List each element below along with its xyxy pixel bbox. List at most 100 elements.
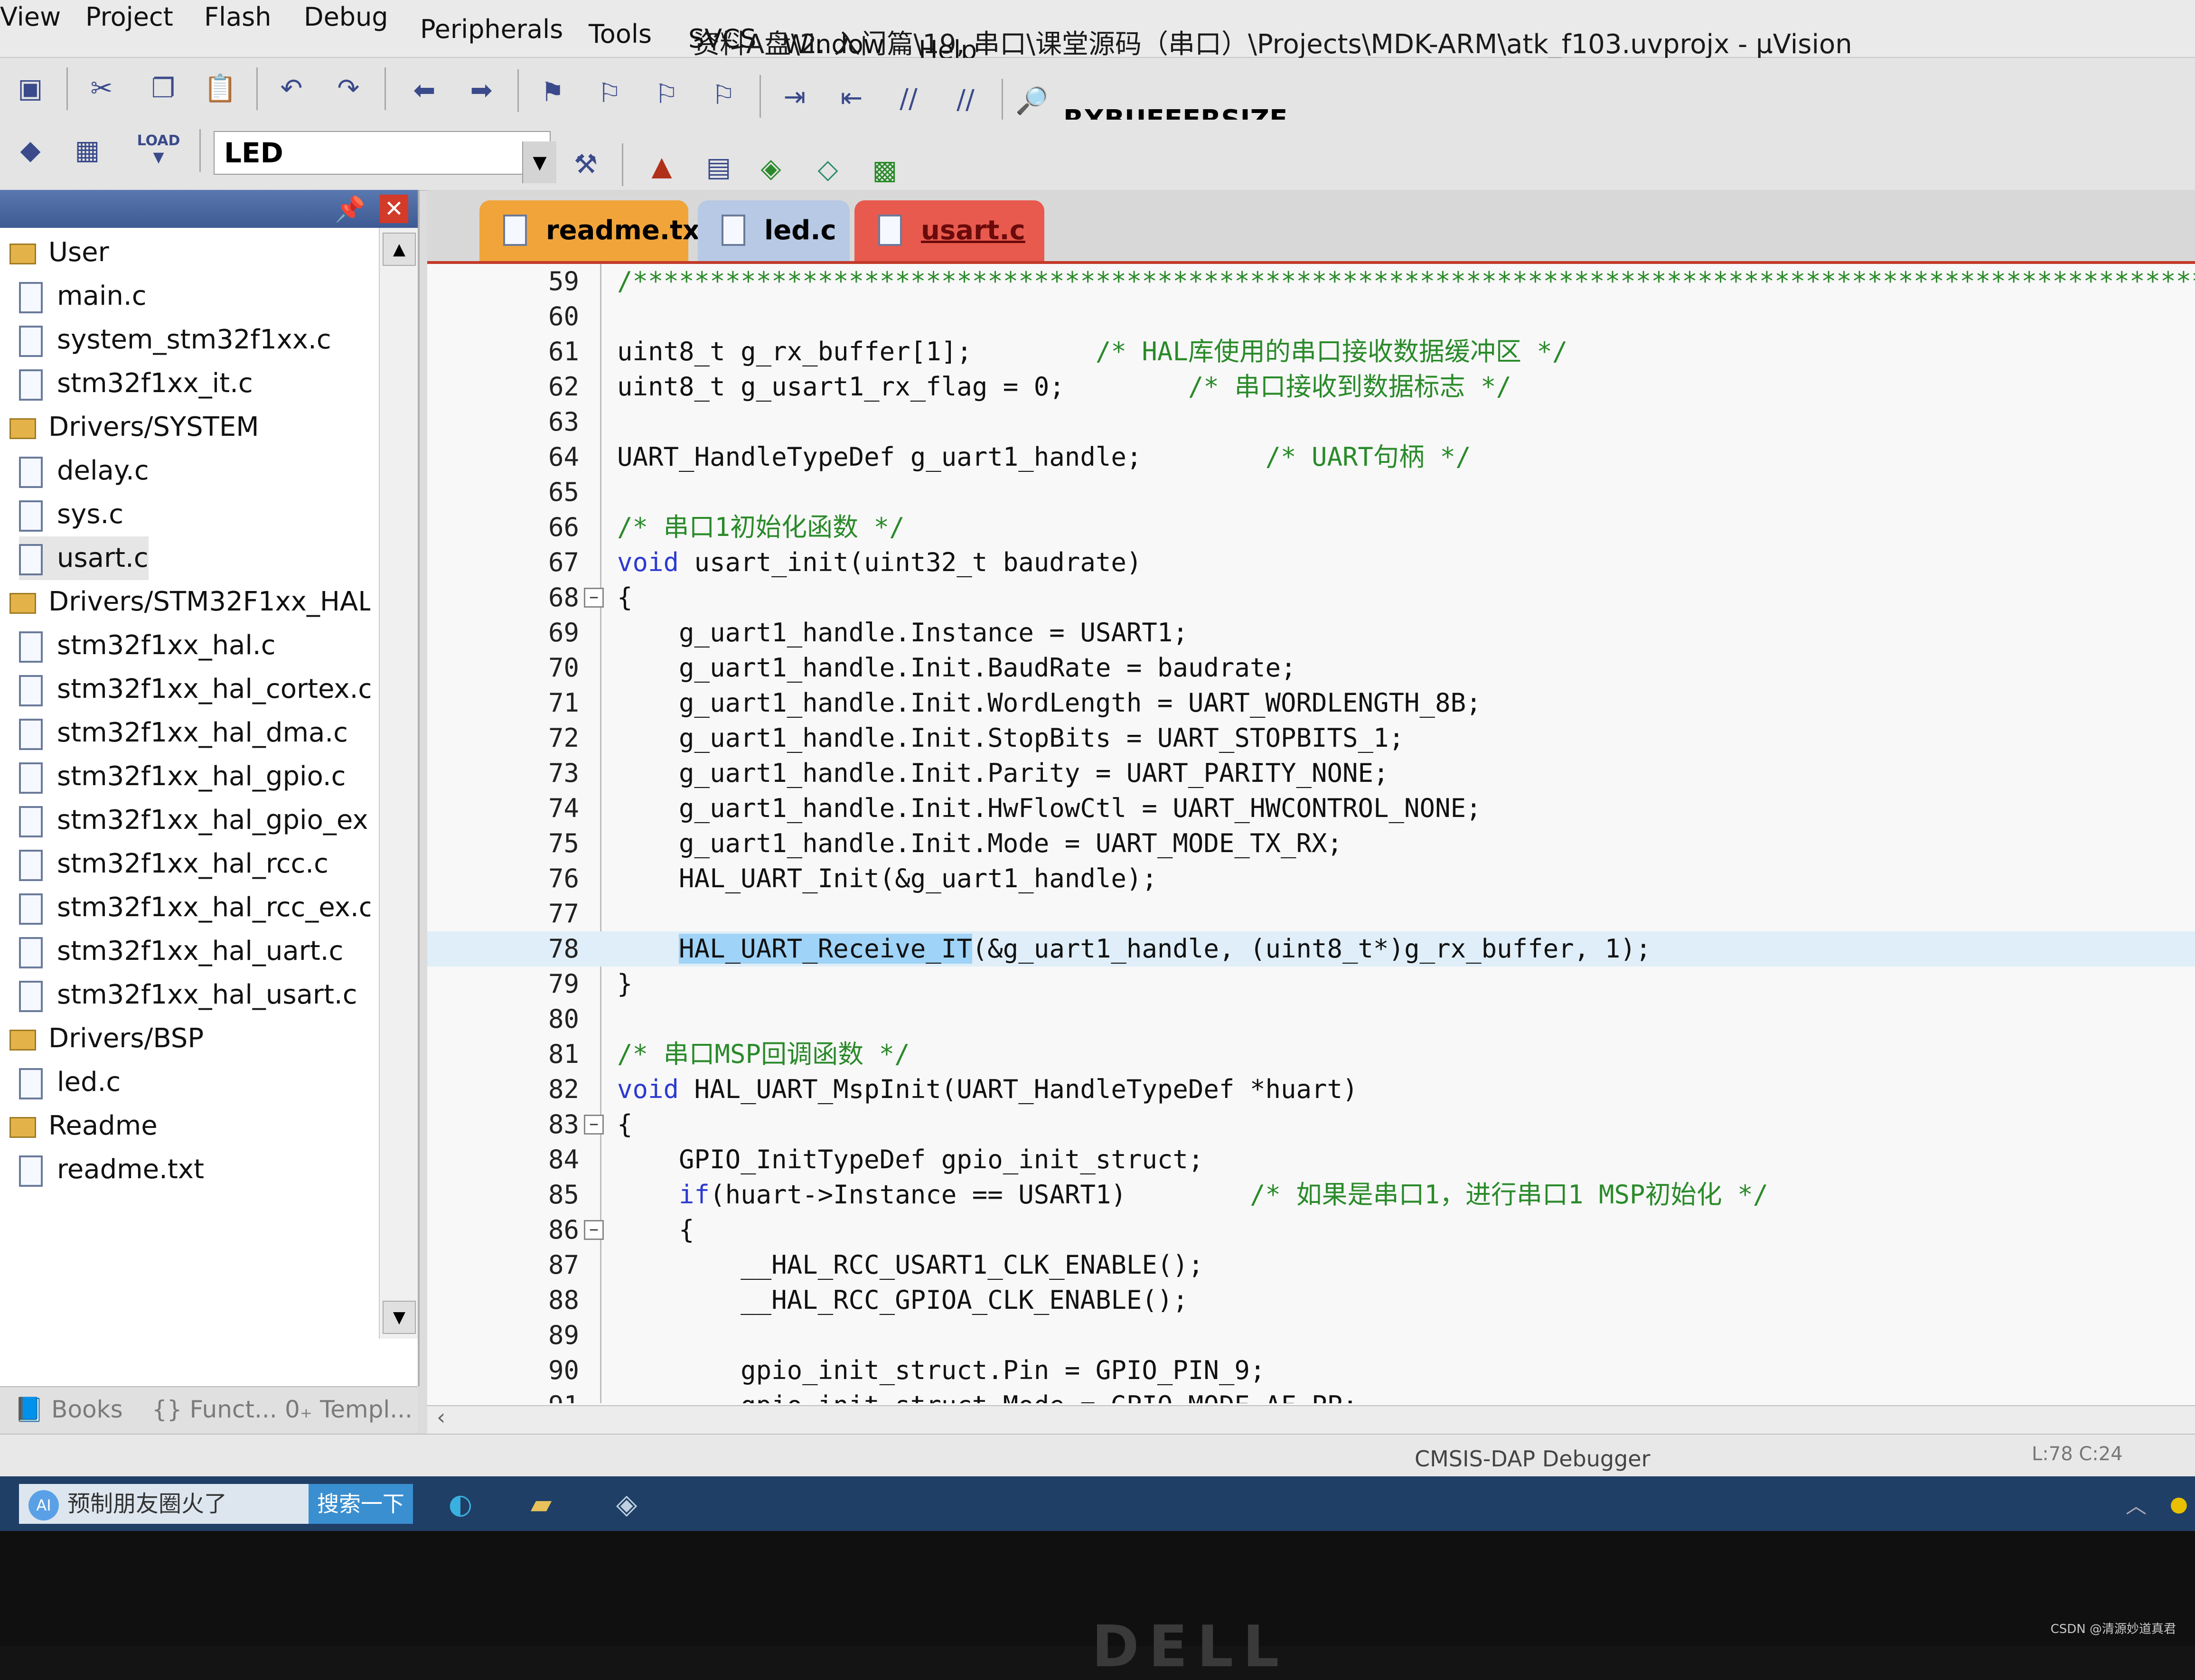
tab-templates[interactable]: 0₊ Templ...: [285, 1396, 413, 1423]
nav-back-icon[interactable]: ⬅: [403, 69, 445, 111]
menu-view[interactable]: View: [0, 2, 61, 32]
tree-file[interactable]: usart.c: [19, 536, 149, 580]
bookmark-icon[interactable]: ⚑: [532, 71, 573, 113]
tab-led-c[interactable]: led.c: [698, 200, 850, 261]
keil-uvision-icon[interactable]: ◈: [603, 1483, 650, 1525]
code-line[interactable]: 71 g_uart1_handle.Init.WordLength = UART…: [427, 685, 2195, 721]
redo-icon[interactable]: ↷: [328, 67, 369, 109]
menu-tools[interactable]: Tools: [589, 19, 652, 49]
clear-bookmarks-icon[interactable]: ⚐: [703, 74, 744, 116]
tree-file[interactable]: stm32f1xx_hal_cortex.c: [19, 667, 370, 711]
build-icon[interactable]: ▦: [66, 129, 108, 171]
code-area[interactable]: 59 /*************************************…: [427, 264, 2195, 1403]
tree-group[interactable]: Readme: [9, 1104, 158, 1148]
code-line[interactable]: 89: [427, 1318, 2195, 1353]
code-line[interactable]: 88 __HAL_RCC_GPIOA_CLK_ENABLE();: [427, 1283, 2195, 1318]
chevron-down-icon[interactable]: ▼: [522, 141, 556, 183]
code-line[interactable]: 68−{: [427, 580, 2195, 615]
code-line[interactable]: 79}: [427, 967, 2195, 1002]
download-icon[interactable]: LOAD ▼: [137, 128, 180, 170]
code-line[interactable]: 82 void HAL_UART_MspInit(UART_HandleTypeD…: [427, 1072, 2195, 1107]
paste-icon[interactable]: 📋: [199, 67, 241, 109]
tree-file[interactable]: stm32f1xx_hal_rcc_ex.c: [19, 886, 370, 929]
tree-file[interactable]: delay.c: [19, 449, 149, 493]
menu-peripherals[interactable]: Peripherals: [420, 14, 563, 44]
file-explorer-icon[interactable]: ▰: [517, 1483, 565, 1525]
tree-group[interactable]: User: [9, 231, 109, 274]
code-line[interactable]: 66 /* 串口1初始化函数 */: [427, 510, 2195, 545]
tab-books[interactable]: 📘 Books: [14, 1396, 123, 1424]
tree-file[interactable]: stm32f1xx_hal.c: [19, 624, 276, 667]
code-line[interactable]: 86− {: [427, 1212, 2195, 1248]
code-line[interactable]: 75 g_uart1_handle.Init.Mode = UART_MODE_…: [427, 826, 2195, 861]
code-line[interactable]: 84 GPIO_InitTypeDef gpio_init_struct;: [427, 1142, 2195, 1177]
editor-horizontal-scrollbar[interactable]: ‹: [427, 1404, 2195, 1435]
code-line[interactable]: 69 g_uart1_handle.Instance = USART1;: [427, 615, 2195, 650]
translate-icon[interactable]: ◆: [9, 129, 51, 171]
select-packs-icon[interactable]: ▤: [698, 146, 740, 188]
tree-file[interactable]: stm32f1xx_hal_usart.c: [19, 973, 357, 1017]
fold-toggle-icon[interactable]: −: [584, 1115, 604, 1135]
tree-file[interactable]: stm32f1xx_hal_dma.c: [19, 711, 348, 755]
menu-flash[interactable]: Flash: [204, 2, 272, 32]
tree-group[interactable]: Drivers/BSP: [9, 1017, 204, 1061]
find-in-files-icon[interactable]: 🔎: [1011, 80, 1053, 122]
code-line[interactable]: 60: [427, 299, 2195, 334]
scroll-left-icon[interactable]: ‹: [437, 1404, 445, 1430]
indent-icon[interactable]: ⇥: [774, 76, 816, 118]
code-line[interactable]: 77: [427, 896, 2195, 931]
code-line[interactable]: 81 /* 串口MSP回调函数 */: [427, 1037, 2195, 1072]
new-file-icon[interactable]: ▣: [9, 67, 51, 109]
prev-bookmark-icon[interactable]: ⚐: [589, 72, 630, 114]
target-select[interactable]: LED: [214, 131, 551, 175]
nav-forward-icon[interactable]: ➡: [460, 69, 502, 111]
taskbar-search-button[interactable]: 搜索一下: [309, 1484, 413, 1524]
target-options-icon[interactable]: ⚒: [565, 143, 607, 185]
code-line[interactable]: 80: [427, 1002, 2195, 1037]
tree-file[interactable]: stm32f1xx_hal_gpio.c: [19, 755, 346, 798]
taskbar-search-box[interactable]: AI 预制朋友圈火了: [19, 1484, 309, 1524]
pin-icon[interactable]: 📌: [335, 195, 366, 224]
next-bookmark-icon[interactable]: ⚐: [646, 73, 687, 115]
code-line[interactable]: 73 g_uart1_handle.Init.Parity = UART_PAR…: [427, 756, 2195, 791]
code-line[interactable]: 76 HAL_UART_Init(&g_uart1_handle);: [427, 861, 2195, 896]
code-line[interactable]: 64 UART_HandleTypeDef g_uart1_handle; /* …: [427, 440, 2195, 475]
code-line[interactable]: 61 uint8_t g_rx_buffer[1]; /* HAL库使用的串口接收…: [427, 334, 2195, 369]
tree-group[interactable]: Drivers/SYSTEM: [9, 405, 259, 449]
tree-file[interactable]: stm32f1xx_hal_rcc.c: [19, 842, 328, 886]
code-line[interactable]: 83−{: [427, 1107, 2195, 1142]
tab-readme-txt[interactable]: readme.txt: [479, 200, 713, 261]
tree-file[interactable]: stm32f1xx_it.c: [19, 362, 253, 405]
code-line[interactable]: 90 gpio_init_struct.Pin = GPIO_PIN_9;: [427, 1353, 2195, 1388]
unindent-icon[interactable]: ⇤: [831, 77, 872, 119]
fold-toggle-icon[interactable]: −: [584, 1220, 604, 1240]
software-components-icon[interactable]: ▩: [864, 149, 906, 191]
menu-project[interactable]: Project: [85, 2, 173, 32]
tree-file[interactable]: sys.c: [19, 493, 123, 536]
scroll-up-icon[interactable]: ▲: [383, 233, 416, 266]
code-line[interactable]: 63: [427, 404, 2195, 440]
notification-icon[interactable]: ●: [2155, 1483, 2195, 1525]
tab-functions[interactable]: {} Funct...: [152, 1396, 277, 1423]
undo-icon[interactable]: ↶: [271, 67, 312, 109]
tree-file[interactable]: stm32f1xx_hal_gpio_ex.c: [19, 798, 370, 842]
code-line[interactable]: 70 g_uart1_handle.Init.BaudRate = baudra…: [427, 650, 2195, 685]
cut-icon[interactable]: ✂: [81, 67, 122, 109]
pack-installer-icon[interactable]: ◇: [807, 148, 849, 190]
manage-project-icon[interactable]: ▲: [641, 145, 683, 187]
uncomment-icon[interactable]: //: [945, 79, 986, 121]
tree-file[interactable]: readme.txt: [19, 1148, 204, 1192]
code-line[interactable]: 72 g_uart1_handle.Init.StopBits = UART_S…: [427, 721, 2195, 756]
tree-file[interactable]: system_stm32f1xx.c: [19, 318, 331, 362]
code-line[interactable]: 62 uint8_t g_usart1_rx_flag = 0; /* 串口接收到…: [427, 369, 2195, 404]
code-line[interactable]: 74 g_uart1_handle.Init.HwFlowCtl = UART_…: [427, 791, 2195, 826]
code-line[interactable]: 65: [427, 475, 2195, 510]
run-time-environment-icon[interactable]: ◈: [750, 147, 792, 189]
tree-file[interactable]: stm32f1xx_hal_uart.c: [19, 929, 343, 973]
comment-icon[interactable]: //: [888, 78, 929, 120]
code-line[interactable]: 87 __HAL_RCC_USART1_CLK_ENABLE();: [427, 1248, 2195, 1283]
code-line[interactable]: 91 gpio_init_struct.Mode = GPIO_MODE_AF_…: [427, 1388, 2195, 1403]
fold-toggle-icon[interactable]: −: [584, 588, 604, 608]
tab-usart-c[interactable]: usart.c: [854, 200, 1044, 261]
tree-group[interactable]: Drivers/STM32F1xx_HAL_Driv: [9, 580, 370, 624]
